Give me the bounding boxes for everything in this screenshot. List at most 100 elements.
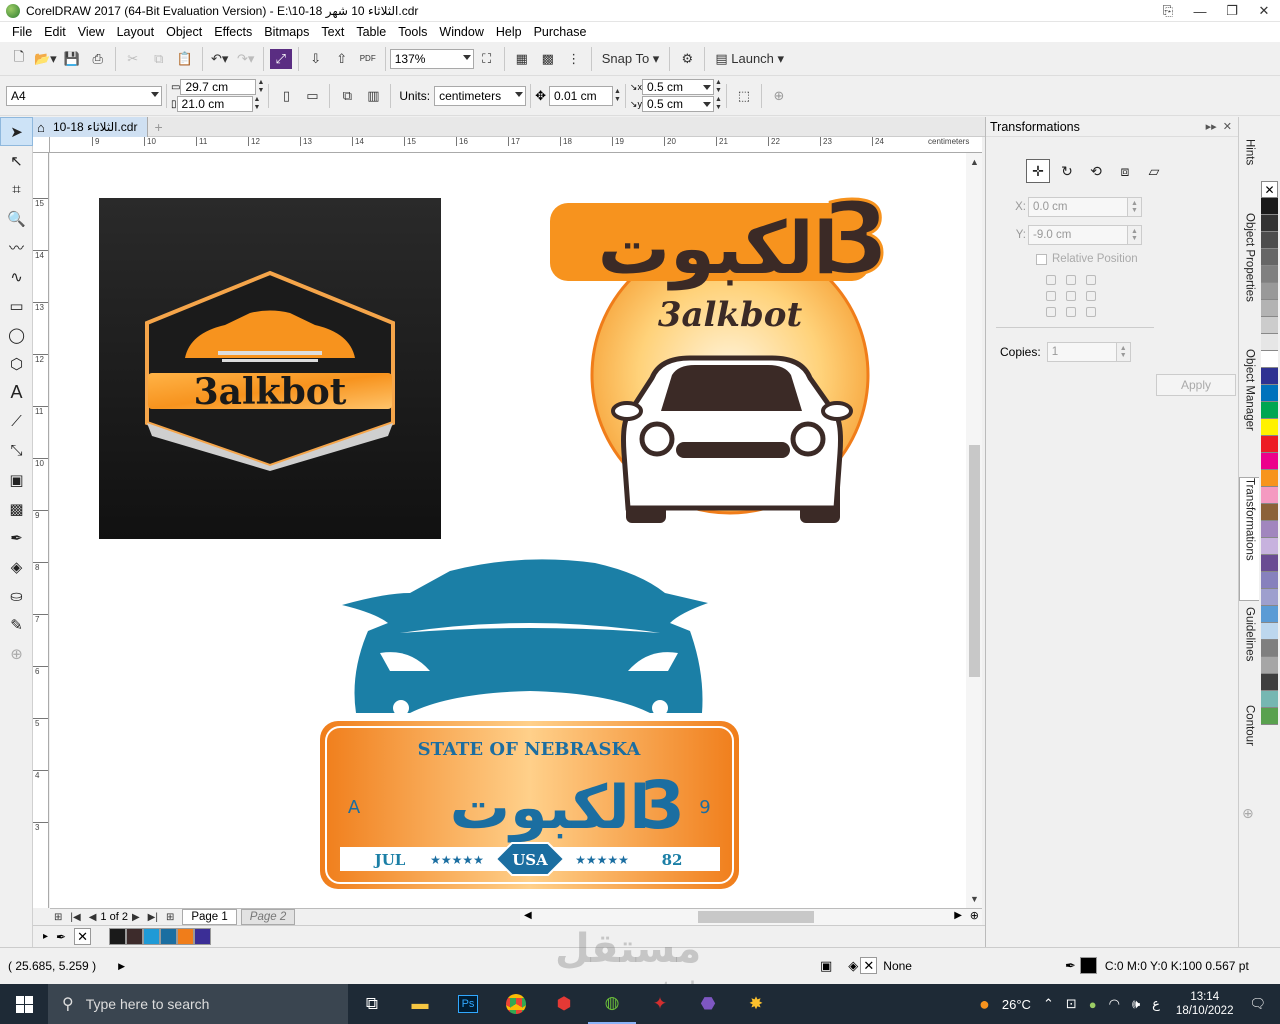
- add-docker-icon[interactable]: ⊕: [1242, 805, 1254, 822]
- doc-palette-swatch[interactable]: [143, 928, 161, 945]
- page-width-spinner[interactable]: ▲ ▼: [257, 79, 264, 95]
- y-position-input[interactable]: -9.0 cm: [1028, 225, 1128, 245]
- skew-mode-icon[interactable]: ▱: [1142, 159, 1166, 183]
- menu-text[interactable]: Text: [315, 25, 350, 39]
- menu-bitmaps[interactable]: Bitmaps: [258, 25, 315, 39]
- horizontal-scroll-thumb[interactable]: [698, 911, 814, 923]
- tab-object-manager[interactable]: Object Manager: [1239, 349, 1260, 473]
- menu-effects[interactable]: Effects: [208, 25, 258, 39]
- tray-chevron-icon[interactable]: ⌃: [1043, 996, 1054, 1012]
- zoom-level-field[interactable]: 137%: [389, 48, 474, 69]
- smart-fill-icon[interactable]: ⛀: [0, 581, 33, 610]
- anchor-point[interactable]: [1086, 291, 1096, 301]
- doc-palette-swatch[interactable]: [109, 928, 127, 945]
- prev-page-icon[interactable]: ◀: [89, 912, 97, 923]
- fill-none-swatch[interactable]: ✕: [860, 957, 878, 974]
- x-position-input[interactable]: 0.0 cm: [1028, 197, 1128, 217]
- new-document-icon[interactable]: 🗋: [8, 47, 30, 71]
- duplicate-y-spinner[interactable]: ▲ ▼: [715, 96, 722, 112]
- scroll-left-icon[interactable]: ◀: [524, 910, 532, 921]
- palette-color-swatch[interactable]: [1261, 266, 1278, 283]
- nudge-spinner[interactable]: ▲ ▼: [614, 88, 621, 104]
- color-proof-icon[interactable]: ▣: [820, 958, 832, 974]
- next-page-icon[interactable]: ▶: [132, 912, 140, 923]
- purple-app-icon[interactable]: ⬣: [684, 984, 732, 1024]
- undo-icon[interactable]: ↶▾: [209, 47, 231, 71]
- current-page-icon[interactable]: ▥: [362, 84, 384, 108]
- text-tool-icon[interactable]: A: [0, 378, 33, 407]
- no-color-swatch[interactable]: ✕: [1261, 181, 1278, 198]
- docker-close-icon[interactable]: ▸▸ ✕: [1206, 120, 1232, 133]
- palette-color-swatch[interactable]: [1261, 368, 1278, 385]
- open-icon[interactable]: 📂▾: [34, 47, 57, 71]
- palette-color-swatch[interactable]: [1261, 453, 1278, 470]
- horizontal-ruler[interactable]: 9 10 11 12 13 14 15 16 17 18 19 20 21 22…: [50, 137, 982, 153]
- options-gear-icon[interactable]: ⚙: [676, 47, 698, 71]
- close-button[interactable]: ✕: [1248, 0, 1280, 22]
- menu-layout[interactable]: Layout: [111, 25, 161, 39]
- import-icon[interactable]: ⇩: [305, 47, 327, 71]
- freehand-tool-icon[interactable]: 〰: [0, 233, 33, 262]
- palette-color-swatch[interactable]: [1261, 436, 1278, 453]
- rotate-mode-icon[interactable]: ↻: [1055, 159, 1079, 183]
- apply-button[interactable]: Apply: [1156, 374, 1236, 396]
- no-color-swatch[interactable]: ✕: [74, 928, 92, 945]
- zoom-navigator-icon[interactable]: ⊕: [970, 909, 979, 922]
- menu-window[interactable]: Window: [433, 25, 489, 39]
- drawing-canvas[interactable]: 3alkbot 3 الكبوت 3alkbot STATE OF NEBRAS…: [50, 153, 966, 908]
- doc-palette-swatch[interactable]: [177, 928, 195, 945]
- scroll-down-icon[interactable]: ▼: [970, 894, 979, 904]
- taskbar-search-box[interactable]: ⚲ Type here to search: [48, 984, 348, 1024]
- palette-color-swatch[interactable]: [1261, 249, 1278, 266]
- palette-color-swatch[interactable]: [1261, 572, 1278, 589]
- duplicate-x-spinner[interactable]: ▲ ▼: [715, 79, 722, 95]
- anchor-point[interactable]: [1046, 291, 1056, 301]
- drop-shadow-icon[interactable]: ▣: [0, 465, 33, 494]
- clock[interactable]: 13:14 18/10/2022: [1176, 990, 1234, 1018]
- crop-tool-icon[interactable]: ⌗: [0, 175, 33, 204]
- redo-icon[interactable]: ↷▾: [235, 47, 257, 71]
- pick-tool-icon[interactable]: ➤: [0, 117, 33, 146]
- tray-app-icon[interactable]: ●: [1089, 997, 1097, 1012]
- palette-color-swatch[interactable]: [1261, 351, 1278, 368]
- portrait-icon[interactable]: ▯: [275, 84, 297, 108]
- page-width-field[interactable]: 29.7 cm: [180, 79, 257, 95]
- parallel-dimension-icon[interactable]: ⟋: [0, 407, 33, 436]
- position-mode-icon[interactable]: ✛: [1026, 159, 1050, 183]
- all-pages-icon[interactable]: ⧉: [336, 84, 358, 108]
- save-icon[interactable]: 💾: [61, 47, 83, 71]
- palette-color-swatch[interactable]: [1261, 198, 1278, 215]
- first-page-icon[interactable]: |◀: [70, 912, 80, 923]
- restore-button[interactable]: ❐: [1216, 0, 1248, 22]
- palette-color-swatch[interactable]: [1261, 334, 1278, 351]
- palette-color-swatch[interactable]: [1261, 589, 1278, 606]
- tab-guidelines[interactable]: Guidelines: [1239, 607, 1260, 699]
- new-tab-icon[interactable]: +: [154, 119, 162, 135]
- logo-3alkbot-plate[interactable]: STATE OF NEBRASKA الكبوت 3 A 9 JUL ★★★★★…: [320, 559, 739, 889]
- page-height-field[interactable]: 21.0 cm: [176, 96, 253, 112]
- chrome-icon[interactable]: [492, 984, 540, 1024]
- task-view-icon[interactable]: ⧉: [348, 984, 396, 1024]
- menu-edit[interactable]: Edit: [38, 25, 72, 39]
- scale-mirror-mode-icon[interactable]: ⟲: [1084, 159, 1108, 183]
- nudge-distance-field[interactable]: 0.01 cm: [548, 85, 613, 106]
- duplicate-x-field[interactable]: 0.5 cm: [641, 79, 714, 95]
- horizontal-scrollbar[interactable]: ◀ ▶ ⊕: [520, 908, 982, 925]
- document-tab[interactable]: ⌂ 10-18 الثلاثاء.cdr: [33, 116, 149, 137]
- polygon-tool-icon[interactable]: ⬡: [0, 349, 33, 378]
- menu-object[interactable]: Object: [160, 25, 208, 39]
- vertical-ruler[interactable]: 15 14 13 12 11 10 9 8 7 6 5 4 3: [33, 153, 49, 908]
- artistic-media-icon[interactable]: ∿: [0, 262, 33, 291]
- page-size-select[interactable]: A4: [6, 85, 162, 106]
- export-icon[interactable]: ⇧: [331, 47, 353, 71]
- palette-color-swatch[interactable]: [1261, 555, 1278, 572]
- landscape-icon[interactable]: ▭: [301, 84, 323, 108]
- anchor-point[interactable]: [1086, 275, 1096, 285]
- add-page-after-icon[interactable]: ⊞: [166, 912, 174, 923]
- language-indicator[interactable]: ع: [1152, 996, 1160, 1012]
- interactive-fill-icon[interactable]: ◈: [0, 552, 33, 581]
- paste-icon[interactable]: 📋: [174, 47, 196, 71]
- copy-icon[interactable]: ⧉: [148, 47, 170, 71]
- palette-color-swatch[interactable]: [1261, 385, 1278, 402]
- minimize-button[interactable]: —: [1184, 0, 1216, 22]
